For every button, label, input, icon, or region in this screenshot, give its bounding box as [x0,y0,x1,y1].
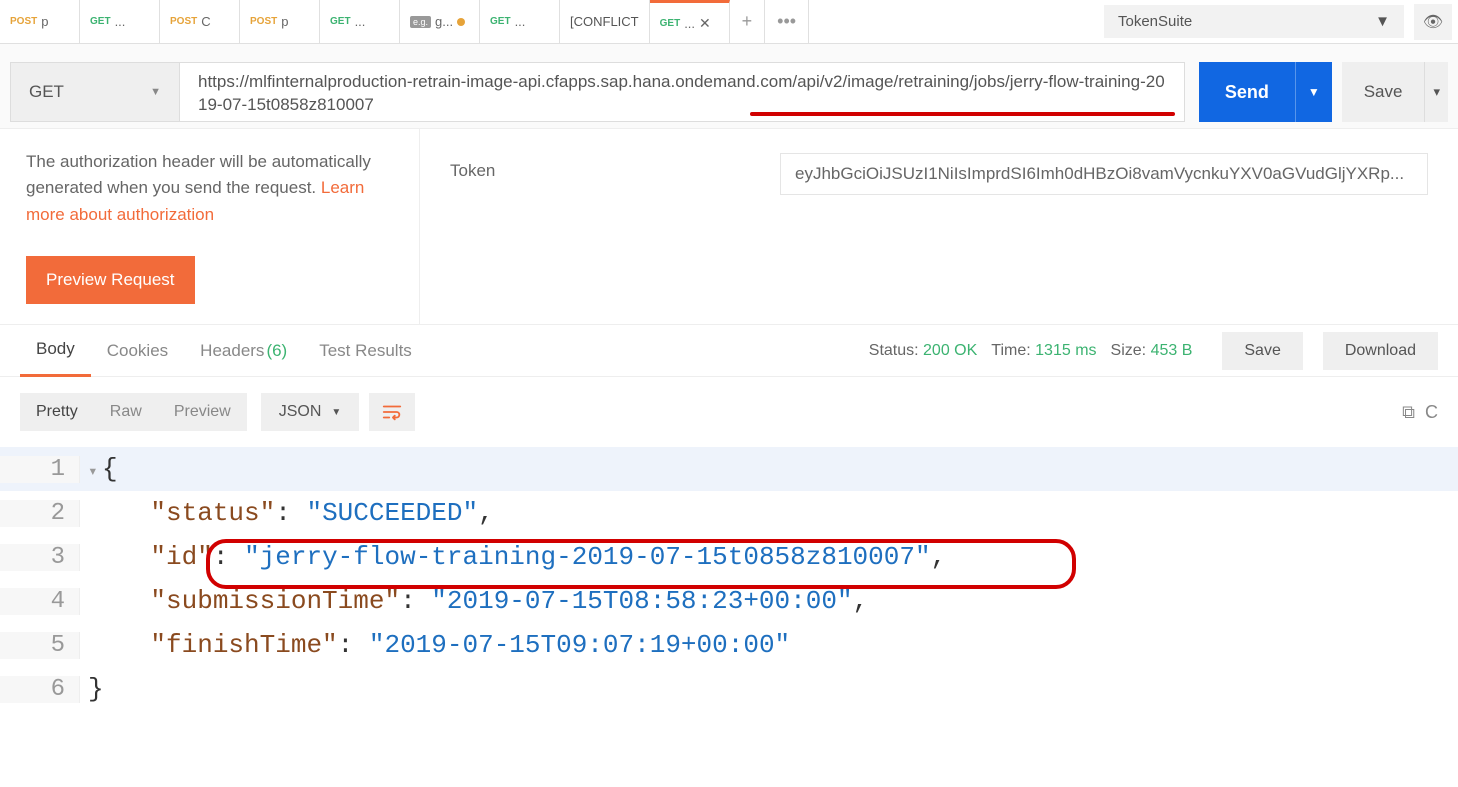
token-pane: Token eyJhbGciOiJSUzI1NiIsImprdSI6Imh0dH… [420,129,1458,324]
save-button[interactable]: Save ▾ [1342,62,1448,122]
url-input-wrap: https://mlfinternalproduction-retrain-im… [180,62,1185,122]
tab-post-2[interactable]: POSTC [160,0,240,43]
method-badge: GET [660,18,681,29]
view-pretty[interactable]: Pretty [20,393,94,431]
fold-icon[interactable]: ▾ [88,461,102,481]
method-badge: POST [250,16,277,27]
tab-test-results[interactable]: Test Results [303,325,428,377]
language-select[interactable]: JSON▼ [261,393,360,431]
preview-request-button[interactable]: Preview Request [26,256,195,304]
response-status: Status: 200 OK Time: 1315 ms Size: 453 B… [869,332,1438,370]
auth-info-text: The authorization header will be automat… [26,149,393,228]
auth-row: The authorization header will be automat… [0,129,1458,325]
example-badge: e.g. [410,16,431,28]
auth-info-pane: The authorization header will be automat… [0,129,420,324]
method-badge: GET [330,16,351,27]
send-button[interactable]: Send ▼ [1199,62,1332,122]
save-dropdown[interactable]: ▾ [1424,62,1448,122]
response-body: 1▾{ 2 "status": "SUCCEEDED", 3 "id": "je… [0,447,1458,711]
chevron-down-icon: ▼ [150,86,161,98]
method-select[interactable]: GET▼ [10,62,180,122]
method-badge: POST [10,16,37,27]
format-bar: Pretty Raw Preview JSON▼ ⧉ C [0,377,1458,447]
tab-overflow-button[interactable]: ••• [765,0,809,43]
top-tab-bar: POSTp GET... POSTC POSTp GET... e.g.g...… [0,0,1458,44]
tab-cookies[interactable]: Cookies [91,325,184,377]
request-bar: GET▼ https://mlfinternalproduction-retra… [0,44,1458,129]
tab-get-2[interactable]: GET... [320,0,400,43]
copy-icon[interactable]: ⧉ [1402,402,1415,423]
tab-get-3[interactable]: GET... [480,0,560,43]
close-icon[interactable]: ✕ [699,15,711,32]
wrap-icon [381,401,403,423]
token-value-input[interactable]: eyJhbGciOiJSUzI1NiIsImprdSI6Imh0dHBzOi8v… [780,153,1428,195]
download-response-button[interactable]: Download [1323,332,1438,370]
method-badge: GET [490,16,511,27]
tab-get-1[interactable]: GET... [80,0,160,43]
method-badge: GET [90,16,111,27]
environment-quicklook-button[interactable]: 👁 [1414,4,1452,40]
send-dropdown[interactable]: ▼ [1295,62,1332,122]
tab-conflict[interactable]: [CONFLICT [560,0,650,43]
save-response-button[interactable]: Save [1222,332,1302,370]
method-badge: POST [170,16,197,27]
new-tab-button[interactable]: + [730,0,766,43]
view-preview[interactable]: Preview [158,393,247,431]
token-label: Token [450,153,780,181]
annotation-underline [750,112,1175,116]
tab-post-1[interactable]: POSTp [0,0,80,43]
view-raw[interactable]: Raw [94,393,158,431]
tab-active[interactable]: GET...✕ [650,0,730,43]
tab-post-3[interactable]: POSTp [240,0,320,43]
environment-select[interactable]: TokenSuite▼ [1104,5,1404,38]
unsaved-dot-icon [457,18,465,26]
tab-headers[interactable]: Headers (6) [184,325,303,377]
request-tabs: POSTp GET... POSTC POSTp GET... e.g.g...… [0,0,730,43]
search-icon[interactable]: C [1425,402,1438,423]
environment-area: TokenSuite▼ 👁 [1098,0,1458,43]
response-tab-bar: Body Cookies Headers (6) Test Results St… [0,325,1458,377]
wrap-lines-button[interactable] [369,393,415,431]
chevron-down-icon: ▼ [331,407,341,418]
chevron-down-icon: ▼ [1375,13,1390,30]
view-mode-group: Pretty Raw Preview [20,393,247,431]
tab-example[interactable]: e.g.g... [400,0,480,43]
tab-body[interactable]: Body [20,325,91,377]
